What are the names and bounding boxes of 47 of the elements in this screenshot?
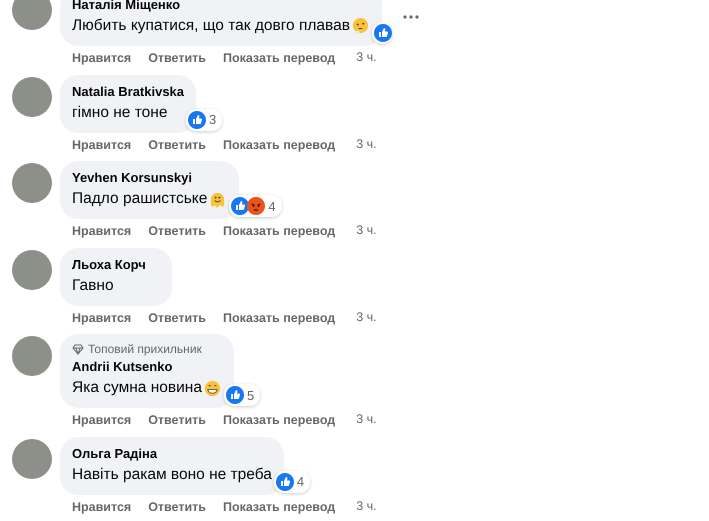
translate-button[interactable]: Показать перевод: [222, 50, 336, 66]
author-name[interactable]: Yevhen Korsunskyi: [72, 169, 228, 186]
translate-button[interactable]: Показать перевод: [222, 498, 336, 515]
timestamp[interactable]: 3 ч.: [356, 310, 377, 334]
author-name[interactable]: Льоха Корч: [72, 256, 160, 273]
reaction-count[interactable]: 4: [274, 470, 310, 493]
like-button[interactable]: Нравится: [72, 498, 132, 515]
comment-text: Навіть ракам воно не треба: [72, 464, 272, 485]
reaction-count[interactable]: 3: [186, 108, 222, 131]
avatar-photo-placeholder[interactable]: [12, 250, 52, 290]
like-button[interactable]: Нравится: [72, 310, 132, 326]
comment-text: Яка сумна новина: [72, 378, 202, 398]
avatar-photo-placeholder[interactable]: [12, 0, 52, 30]
timestamp[interactable]: 3 ч.: [356, 136, 377, 162]
like-button[interactable]: Нравится: [72, 412, 132, 428]
top-fan-label: Топовий прихильник: [88, 342, 202, 356]
author-name[interactable]: Natalia Bratkivska: [72, 82, 184, 100]
comment-text: Любить купатися, що так довго плавав: [72, 16, 350, 36]
comment-text: гімно не тоне: [72, 102, 168, 123]
avatar-photo-placeholder[interactable]: [12, 163, 52, 204]
timestamp[interactable]: 3 ч.: [356, 223, 377, 248]
avatar-photo-placeholder[interactable]: [12, 76, 52, 117]
reply-button[interactable]: Ответить: [148, 412, 206, 428]
translate-button[interactable]: Показать перевод: [222, 223, 336, 240]
like-button[interactable]: Нравится: [72, 136, 132, 153]
translate-button[interactable]: Показать перевод: [222, 310, 336, 326]
comment-text: Гавно: [72, 276, 114, 296]
timestamp[interactable]: 3 ч.: [356, 498, 377, 521]
like-button[interactable]: Нравится: [72, 223, 132, 240]
reply-button[interactable]: Ответить: [148, 136, 206, 153]
reply-button[interactable]: Ответить: [148, 498, 206, 515]
avatar-photo-placeholder[interactable]: [12, 336, 52, 376]
translate-button[interactable]: Показать перевод: [222, 412, 336, 428]
reply-button[interactable]: Ответить: [148, 50, 206, 66]
reply-button[interactable]: Ответить: [148, 310, 206, 326]
avatar-photo-placeholder[interactable]: [12, 438, 52, 479]
comment-text: Падло рашистське: [72, 189, 208, 210]
translate-button[interactable]: Показать перевод: [222, 136, 336, 153]
like-button[interactable]: Нравится: [72, 50, 132, 66]
reaction-count[interactable]: 4: [229, 195, 282, 218]
reply-button[interactable]: Ответить: [148, 223, 206, 240]
timestamp[interactable]: 3 ч.: [356, 412, 377, 437]
reaction-count[interactable]: 5: [224, 384, 260, 406]
author-name[interactable]: Ольга Радіна: [72, 444, 272, 462]
timestamp[interactable]: 3 ч.: [356, 50, 377, 75]
diamond-icon: [72, 344, 84, 355]
author-name[interactable]: Andrii Kutsenko: [72, 358, 222, 376]
